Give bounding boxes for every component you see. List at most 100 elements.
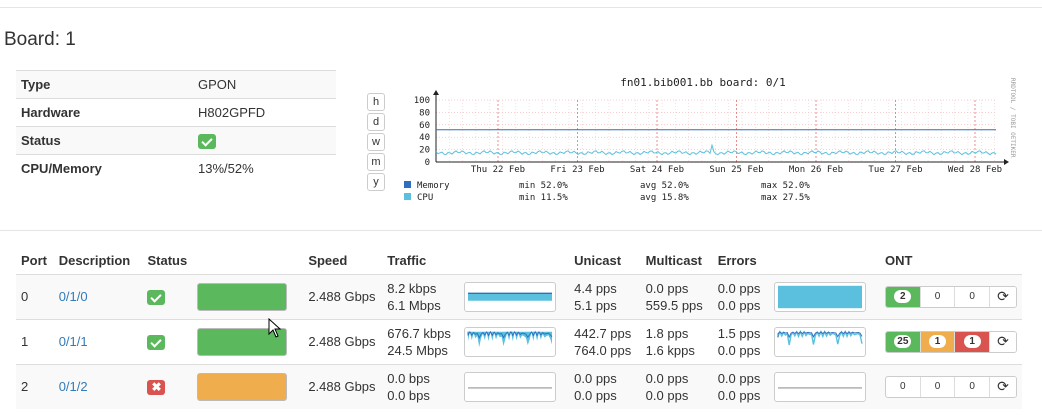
check-icon [147, 290, 166, 306]
ont-count-badge: 2 [894, 290, 912, 303]
port-row: 0 0/1/0 2.488 Gbps 8.2 kbps 6.1 Mbps 4.4 pps 5… [16, 273, 1022, 319]
unicast-out: 764.0 pps [574, 342, 632, 358]
y-tick-label: 20 [419, 146, 430, 156]
period-button-week[interactable]: w [367, 133, 385, 151]
ont-count-online[interactable]: 0 [886, 376, 921, 397]
section-divider [0, 230, 1042, 231]
ont-count-warning[interactable]: 1 [920, 331, 956, 352]
y-tick-label: 80 [419, 108, 430, 118]
traffic-out: 6.1 Mbps [387, 297, 441, 313]
info-value: 13%/52% [193, 154, 336, 183]
info-label: CPU/Memory [16, 154, 193, 183]
traffic-in: 676.7 kbps [387, 325, 451, 341]
multicast-out: 0.0 pps [645, 387, 689, 403]
col-header-description: Description [53, 248, 143, 275]
check-icon [147, 335, 166, 351]
traffic-sparkline[interactable] [463, 326, 556, 357]
multicast-in: 0.0 pps [645, 370, 689, 386]
ont-count-badge: 1 [963, 335, 981, 348]
board-info-table: Type GPON Hardware H802GPFD Status CPU/M… [16, 70, 336, 183]
refresh-icon[interactable]: ⟳ [990, 331, 1016, 352]
top-divider [0, 7, 1042, 8]
packets-sparkline[interactable] [774, 281, 867, 312]
legend-max: max 27.5% [761, 193, 810, 203]
check-icon [198, 133, 216, 149]
x-tick-label: Mon 26 Feb [789, 165, 843, 175]
period-button-month[interactable]: m [367, 153, 385, 171]
ont-count-badge: 25 [894, 335, 912, 348]
col-header-multicast: Multicast [640, 248, 713, 275]
ont-count-value: 0 [934, 381, 941, 393]
x-tick-label: Thu 22 Feb [471, 165, 525, 175]
y-tick-label: 0 [425, 158, 430, 168]
x-tick-label: Sat 24 Feb [630, 165, 684, 175]
unicast-in: 4.4 pps [574, 280, 617, 296]
port-description-link[interactable]: 0/1/0 [59, 289, 88, 304]
legend-avg: avg 52.0% [640, 181, 689, 191]
cross-icon: ✖ [147, 380, 166, 396]
graph-watermark: RRDTOOL / TOBI OETIKER [1009, 78, 1016, 158]
port-speed: 2.488 Gbps [303, 318, 383, 364]
packets-sparkline[interactable] [774, 326, 867, 357]
info-label: Type [16, 70, 193, 99]
traffic-sparkline[interactable] [463, 281, 556, 312]
port-speed: 2.488 Gbps [303, 363, 383, 409]
ont-count-warning[interactable]: 0 [921, 376, 956, 397]
packets-sparkline[interactable] [774, 371, 867, 402]
col-header-traffic: Traffic [382, 248, 459, 275]
x-tick-label: Sun 25 Feb [709, 165, 763, 175]
x-tick-label: Wed 28 Feb [948, 165, 1002, 175]
legend-avg: avg 15.8% [640, 193, 689, 203]
ont-count-badge: 1 [929, 335, 946, 348]
ont-status-group: 25 1 1 ⟳ [885, 330, 1017, 353]
col-header-unicast: Unicast [569, 248, 641, 275]
mouse-cursor-icon [268, 318, 282, 338]
period-button-hour[interactable]: h [367, 93, 385, 111]
ports-table: Port Description Status Speed Traffic Un… [16, 248, 1022, 409]
period-button-day[interactable]: d [367, 113, 385, 131]
page-title: Board: 1 [4, 29, 76, 50]
errors-in: 1.5 pps [717, 325, 761, 341]
optical-status-bar [197, 282, 288, 311]
col-header-port: Port [16, 248, 54, 275]
unicast-out: 5.1 pps [574, 297, 617, 313]
ont-count-offline[interactable]: 0 [955, 286, 991, 307]
period-button-year[interactable]: y [367, 173, 385, 191]
ont-count-value: 0 [900, 381, 906, 393]
unicast-out: 0.0 pps [574, 387, 617, 403]
traffic-in: 0.0 bps [387, 370, 430, 386]
ont-count-offline[interactable]: 1 [955, 331, 991, 352]
ont-count-online[interactable]: 25 [886, 331, 921, 352]
refresh-icon[interactable]: ⟳ [990, 376, 1016, 397]
y-tick-label: 100 [414, 96, 430, 106]
port-row: 1 0/1/1 2.488 Gbps 676.7 kbps 24.5 Mbps 442.7… [16, 318, 1022, 364]
cpu-memory-graph[interactable]: fn01.bib001.bb board: 0/1 RRDTOOL / TOBI… [398, 72, 1023, 206]
x-tick-label: Fri 23 Feb [550, 165, 604, 175]
ont-count-warning[interactable]: 0 [921, 286, 956, 307]
info-value: GPON [193, 70, 336, 99]
info-row-hardware: Hardware H802GPFD [16, 98, 336, 127]
port-description-link[interactable]: 0/1/1 [59, 334, 88, 349]
errors-out: 0.0 pps [717, 387, 761, 403]
refresh-icon[interactable]: ⟳ [990, 286, 1016, 307]
col-header-errors: Errors [712, 248, 770, 275]
x-tick-label: Tue 27 Feb [868, 165, 922, 175]
legend-min: min 52.0% [519, 181, 568, 191]
legend-max: max 52.0% [761, 181, 810, 191]
port-description-link[interactable]: 0/1/2 [59, 379, 88, 394]
ont-count-offline[interactable]: 0 [955, 376, 991, 397]
optical-status-bar [197, 372, 288, 401]
traffic-in: 8.2 kbps [387, 280, 437, 296]
traffic-sparkline[interactable] [463, 371, 556, 402]
graph-period-selector: h d w m y [367, 93, 385, 193]
ont-count-online[interactable]: 2 [886, 286, 921, 307]
info-label: Status [16, 126, 193, 155]
port-row: 2 0/1/2 ✖ 2.488 Gbps 0.0 bps 0.0 bps 0.0 pps 0.… [16, 363, 1022, 409]
y-tick-label: 60 [419, 121, 430, 131]
legend-swatch [404, 181, 411, 188]
graph-title: fn01.bib001.bb board: 0/1 [620, 76, 786, 89]
y-tick-label: 40 [419, 133, 430, 143]
multicast-in: 0.0 pps [645, 280, 689, 296]
col-header-status: Status [142, 248, 193, 275]
info-value: H802GPFD [193, 98, 336, 127]
